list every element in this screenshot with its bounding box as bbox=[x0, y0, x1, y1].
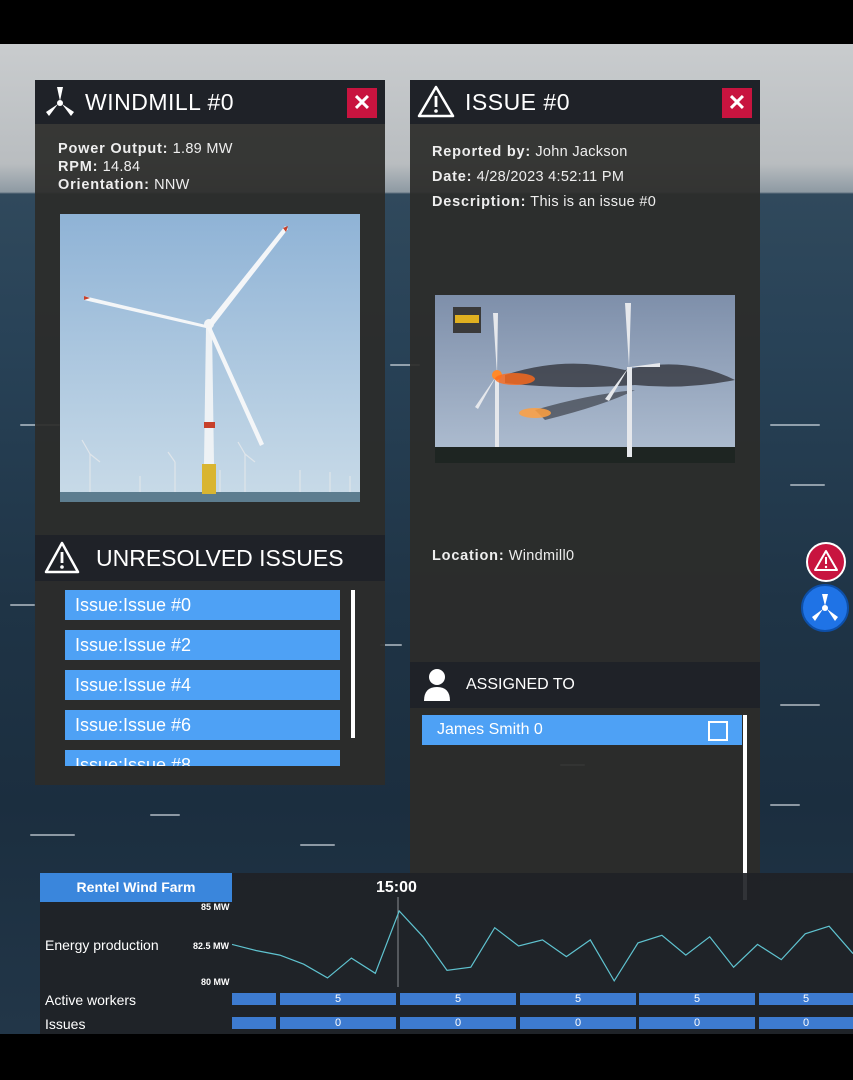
unresolved-issues-title: UNRESOLVED ISSUES bbox=[96, 544, 344, 571]
warning-icon bbox=[416, 84, 456, 120]
dashboard: Rentel Wind Farm 15:00 Energy production… bbox=[40, 873, 853, 1034]
warning-icon bbox=[813, 549, 839, 578]
description-value: This is an issue #0 bbox=[530, 194, 657, 210]
list-item[interactable]: Issue:Issue #4 bbox=[65, 670, 340, 700]
reported-by-value: John Jackson bbox=[535, 144, 628, 160]
power-output-value: 1.89 MW bbox=[172, 141, 233, 157]
date-value: 4/28/2023 4:52:11 PM bbox=[476, 169, 625, 185]
active-workers-label: Active workers bbox=[45, 992, 137, 1008]
orientation-value: NNW bbox=[154, 177, 190, 193]
issue-panel: ISSUE #0 ✕ Reported by: John Jackson Dat… bbox=[410, 80, 760, 910]
windmill-stats: Power Output: 1.89 MW RPM: 14.84 Orienta… bbox=[58, 140, 233, 194]
list-item[interactable]: Issue:Issue #6 bbox=[65, 710, 340, 740]
issue-close-button[interactable]: ✕ bbox=[722, 88, 752, 118]
issues-cell: 0 bbox=[639, 1017, 755, 1029]
issues-cell: 0 bbox=[759, 1017, 853, 1029]
windmill-panel-header: WINDMILL #0 ✕ bbox=[35, 80, 385, 124]
energy-production-label: Energy production bbox=[45, 937, 159, 953]
windmill-marker[interactable] bbox=[801, 584, 849, 632]
description-label: Description: bbox=[432, 194, 527, 210]
turbine-icon bbox=[43, 85, 77, 119]
list-item[interactable]: Issue:Issue #8 bbox=[65, 750, 340, 766]
workers-cell: 5 bbox=[400, 993, 516, 1005]
list-item[interactable]: Issue:Issue #0 bbox=[65, 590, 340, 620]
workers-cell: 5 bbox=[520, 993, 636, 1005]
issues-label: Issues bbox=[45, 1016, 86, 1032]
warning-icon bbox=[43, 540, 81, 576]
workers-cell bbox=[232, 993, 276, 1005]
orientation-label: Orientation: bbox=[58, 177, 150, 193]
rpm-value: 14.84 bbox=[102, 159, 141, 175]
issues-cell bbox=[232, 1017, 276, 1029]
issue-photo bbox=[435, 295, 735, 463]
windmill-photo bbox=[60, 214, 360, 502]
issue-title: ISSUE #0 bbox=[465, 88, 570, 115]
power-output-label: Power Output: bbox=[58, 141, 169, 157]
assignee-checkbox[interactable] bbox=[708, 721, 728, 741]
turbine-icon bbox=[809, 592, 841, 629]
issues-list[interactable]: Issue:Issue #0 Issue:Issue #2 Issue:Issu… bbox=[35, 588, 385, 766]
windmill-close-button[interactable]: ✕ bbox=[347, 88, 377, 118]
issues-cell: 0 bbox=[400, 1017, 516, 1029]
location-value: Windmill0 bbox=[508, 548, 575, 564]
assignee-name: James Smith 0 bbox=[437, 721, 543, 738]
windmill-title: WINDMILL #0 bbox=[85, 88, 235, 115]
y-tick-label: 85 MW bbox=[201, 902, 230, 912]
reported-by-label: Reported by: bbox=[432, 144, 532, 160]
date-label: Date: bbox=[432, 169, 473, 185]
issue-panel-header: ISSUE #0 ✕ bbox=[410, 80, 760, 124]
issues-cell: 0 bbox=[280, 1017, 396, 1029]
assigned-to-header: ASSIGNED TO bbox=[410, 662, 760, 708]
workers-cell: 5 bbox=[639, 993, 755, 1005]
issue-details: Reported by: John Jackson Date: 4/28/202… bbox=[432, 140, 656, 215]
workers-cell: 5 bbox=[280, 993, 396, 1005]
location-label: Location: bbox=[432, 548, 505, 564]
assigned-to-title: ASSIGNED TO bbox=[466, 676, 575, 693]
windmill-panel: WINDMILL #0 ✕ Power Output: 1.89 MW RPM:… bbox=[35, 80, 385, 785]
alert-marker[interactable] bbox=[806, 542, 846, 582]
y-tick-label: 82.5 MW bbox=[193, 941, 230, 951]
list-item[interactable]: Issue:Issue #2 bbox=[65, 630, 340, 660]
unresolved-issues-header: UNRESOLVED ISSUES bbox=[35, 535, 385, 581]
location-line: Location: Windmill0 bbox=[432, 548, 574, 564]
energy-series-line bbox=[232, 909, 853, 983]
workers-cell: 5 bbox=[759, 993, 853, 1005]
rpm-label: RPM: bbox=[58, 159, 99, 175]
issues-cell: 0 bbox=[520, 1017, 636, 1029]
farm-name-button[interactable]: Rentel Wind Farm bbox=[40, 873, 232, 902]
time-label: 15:00 bbox=[376, 879, 417, 896]
y-tick-label: 80 MW bbox=[201, 977, 230, 987]
user-icon bbox=[422, 667, 452, 703]
energy-line-chart bbox=[232, 897, 853, 987]
assignee-row[interactable]: James Smith 0 bbox=[422, 715, 742, 745]
issues-scrollbar[interactable] bbox=[351, 590, 355, 738]
